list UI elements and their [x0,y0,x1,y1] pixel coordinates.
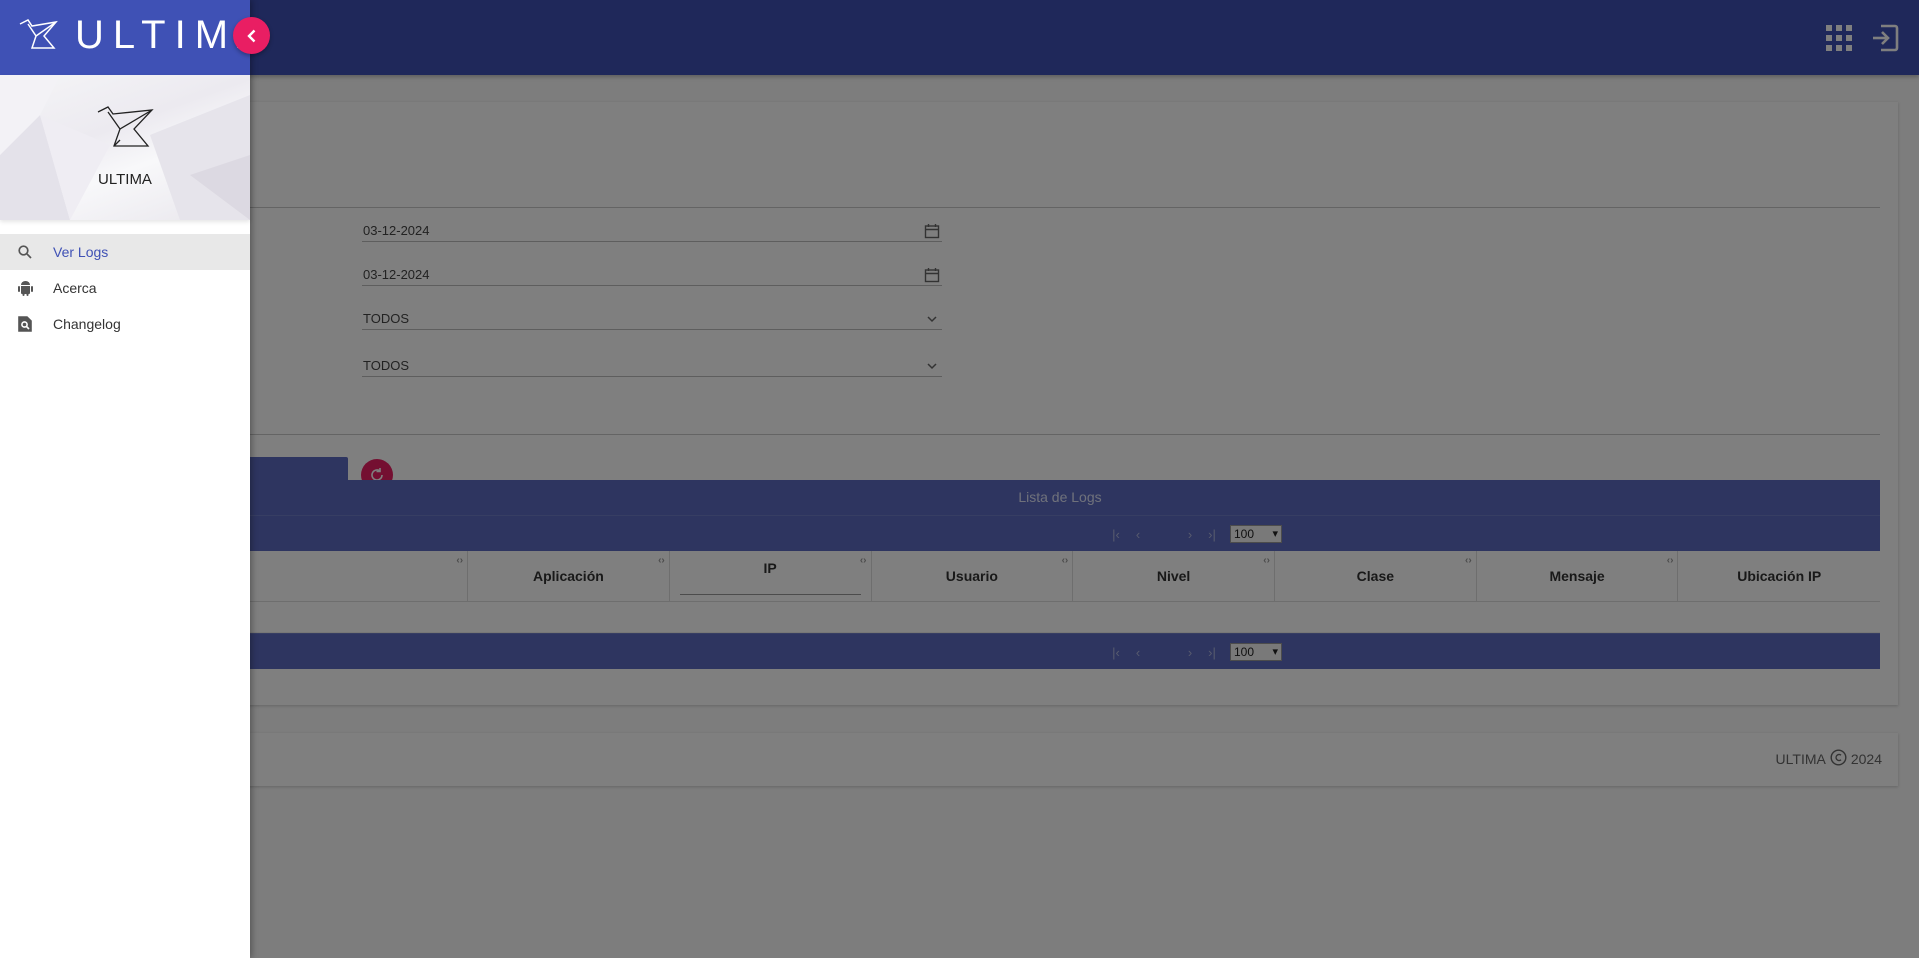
search-icon [17,244,33,260]
profile-name: ULTIMA [98,171,152,188]
sidebar-item-changelog[interactable]: Changelog [0,306,250,342]
sidebar-profile: ULTIMA [0,75,250,220]
sidebar-item-label: Ver Logs [53,244,109,260]
sidebar-menu: Ver Logs Acerca Changelog [0,220,250,342]
sidebar-item-ver-logs[interactable]: Ver Logs [0,234,250,270]
find-in-page-icon [17,316,33,332]
bird-logo-icon [96,102,156,150]
drawer-backdrop[interactable] [0,0,1919,958]
bird-logo-icon [18,16,60,52]
android-icon [17,280,33,296]
sidebar-item-label: Acerca [53,280,97,296]
collapse-sidebar-button[interactable] [233,17,270,54]
sidebar-header: ULTIMA [0,0,264,75]
sidebar-item-acerca[interactable]: Acerca [0,270,250,306]
sidebar-drawer: ULTIMA ULTIMA Ver Logs Acerca Changelog [0,0,270,958]
sidebar-item-label: Changelog [53,316,121,332]
